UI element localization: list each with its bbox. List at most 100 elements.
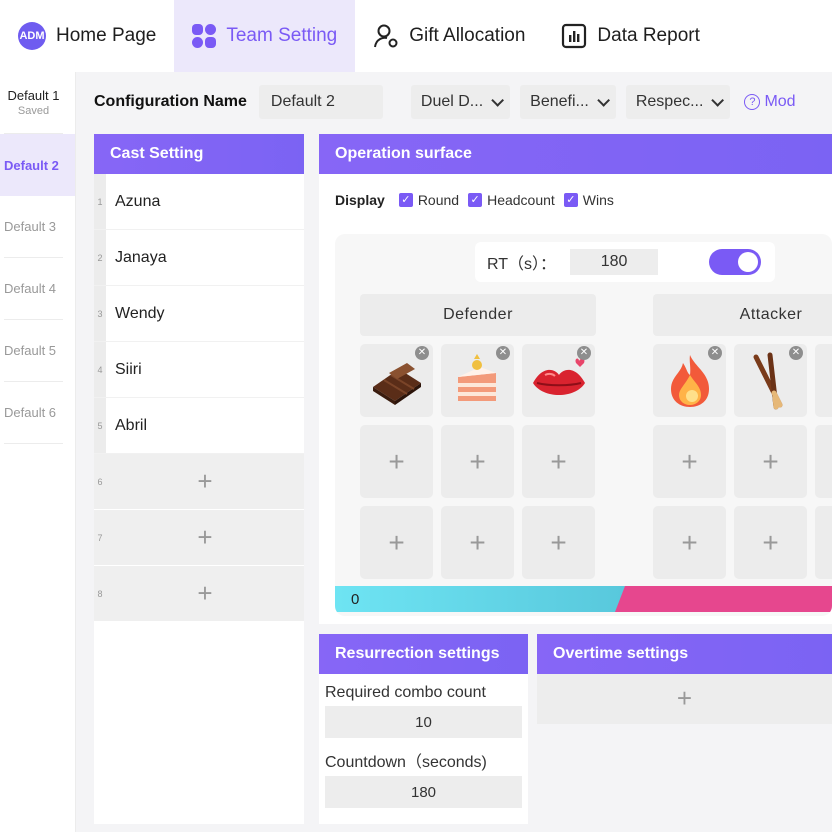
add-gift-slot[interactable]: +: [360, 506, 433, 579]
add-gift-slot[interactable]: +: [653, 425, 726, 498]
display-options: Display ✓ Round ✓ Headcount ✓ Wins: [319, 174, 832, 226]
config-item-default-6[interactable]: Default 6: [4, 382, 63, 444]
add-gift-slot[interactable]: +: [441, 506, 514, 579]
combo-count-input[interactable]: 10: [325, 706, 522, 738]
remove-icon[interactable]: ✕: [708, 346, 722, 360]
attacker-gift-slot[interactable]: ✕: [653, 344, 726, 417]
wins-checkbox[interactable]: ✓ Wins: [563, 192, 614, 208]
plus-icon: +: [676, 682, 693, 713]
cast-name: Siiri: [115, 360, 142, 378]
mode-help-link[interactable]: ? Mod: [744, 93, 796, 111]
benefit-dropdown[interactable]: Benefi...: [520, 85, 616, 119]
logo-icon: ADM: [18, 22, 46, 50]
add-gift-slot[interactable]: +: [653, 506, 726, 579]
nav-data-report[interactable]: Data Report: [543, 0, 717, 72]
add-gift-slot[interactable]: +: [522, 506, 595, 579]
checkbox-label: Headcount: [487, 192, 555, 208]
respective-dropdown[interactable]: Respec...: [625, 85, 731, 119]
add-gift-slot[interactable]: +: [522, 425, 595, 498]
chocolate-gift-icon: [372, 362, 421, 405]
plus-icon: +: [762, 526, 779, 558]
mode-link-label: Mod: [764, 93, 796, 110]
defender-label: Defender: [360, 294, 596, 336]
add-gift-slot[interactable]: +: [734, 506, 807, 579]
chevron-down-icon: [491, 93, 505, 107]
overtime-settings-panel: Overtime settings +: [537, 634, 832, 724]
config-item-default-1[interactable]: Default 1 Saved: [4, 72, 63, 134]
attacker-gift-slot[interactable]: ✕: [734, 344, 807, 417]
attacker-score-fill: [615, 586, 832, 612]
dropdown-value: Duel D...: [420, 93, 484, 110]
plus-icon: +: [388, 445, 405, 477]
config-item-default-5[interactable]: Default 5: [4, 320, 63, 382]
display-label: Display: [335, 192, 385, 208]
cast-row[interactable]: 3 Wendy: [94, 286, 304, 342]
cast-number: 1: [94, 174, 106, 229]
plus-icon: +: [681, 526, 698, 558]
config-item-default-3[interactable]: Default 3: [4, 196, 63, 258]
cast-number: 3: [94, 286, 106, 341]
remove-icon[interactable]: ✕: [496, 346, 510, 360]
nav-team-setting-label: Team Setting: [226, 25, 338, 46]
add-gift-slot[interactable]: [815, 506, 832, 579]
cake-gift-icon: [457, 353, 496, 401]
cast-row[interactable]: 2 Janaya: [94, 230, 304, 286]
defender-gift-slot[interactable]: ✕: [522, 344, 595, 417]
configuration-row: Configuration Name Default 2 Duel D... B…: [76, 72, 832, 132]
add-cast-slot[interactable]: 8 +: [94, 566, 304, 622]
cast-number: 6: [94, 454, 106, 509]
round-time-bar: RT（s）： 180: [475, 242, 775, 282]
add-gift-slot[interactable]: +: [441, 425, 514, 498]
remove-icon[interactable]: ✕: [577, 346, 591, 360]
config-item-default-2[interactable]: Default 2: [0, 134, 75, 196]
configuration-name-input[interactable]: Default 2: [258, 85, 383, 119]
score-progress-bar: 0: [335, 586, 832, 612]
remove-icon[interactable]: ✕: [789, 346, 803, 360]
rt-value-input[interactable]: 180: [570, 249, 659, 275]
nav-team-setting[interactable]: Team Setting: [174, 0, 356, 72]
round-time-toggle[interactable]: [709, 249, 761, 275]
user-gift-icon: [373, 23, 399, 49]
add-gift-slot[interactable]: +: [734, 425, 807, 498]
overtime-settings-title: Overtime settings: [537, 634, 832, 674]
countdown-input[interactable]: 180: [325, 776, 522, 808]
config-item-label: Default 1: [7, 88, 60, 103]
resurrection-settings-panel: Resurrection settings Required combo cou…: [319, 634, 528, 824]
countdown-label: Countdown（seconds): [325, 754, 487, 771]
add-cast-slot[interactable]: 7 +: [94, 510, 304, 566]
nav-gift-allocation[interactable]: Gift Allocation: [355, 0, 543, 72]
plus-icon: +: [388, 526, 405, 558]
config-item-label: Default 2: [4, 157, 59, 173]
plus-icon: +: [550, 445, 567, 477]
duel-mode-dropdown[interactable]: Duel D...: [410, 85, 511, 119]
defender-gift-slot[interactable]: ✕: [441, 344, 514, 417]
plus-icon: +: [681, 445, 698, 477]
add-gift-slot[interactable]: [815, 425, 832, 498]
nav-home-page[interactable]: ADM Home Page: [0, 0, 174, 72]
cast-row[interactable]: 5 Abril: [94, 398, 304, 454]
add-cast-slot[interactable]: 6 +: [94, 454, 304, 510]
config-item-default-4[interactable]: Default 4: [4, 258, 63, 320]
config-item-status: Saved: [17, 105, 50, 117]
chevron-down-icon: [711, 93, 725, 107]
attacker-gift-slot[interactable]: [815, 344, 832, 417]
cast-number: 2: [94, 230, 106, 285]
headcount-checkbox[interactable]: ✓ Headcount: [468, 192, 555, 208]
cast-row[interactable]: 1 Azuna: [94, 174, 304, 230]
cast-setting-panel: Cast Setting 1 Azuna 2 Janaya 3 Wendy 4 …: [94, 134, 304, 824]
plus-icon: +: [197, 466, 213, 496]
attacker-label: Attacker: [653, 294, 832, 336]
defender-gift-slot[interactable]: ✕: [360, 344, 433, 417]
cast-number: 8: [94, 566, 106, 621]
remove-icon[interactable]: ✕: [415, 346, 429, 360]
add-overtime-button[interactable]: +: [537, 674, 832, 722]
add-gift-slot[interactable]: +: [360, 425, 433, 498]
plus-icon: +: [469, 445, 486, 477]
cast-row[interactable]: 4 Siiri: [94, 342, 304, 398]
round-checkbox[interactable]: ✓ Round: [398, 192, 460, 208]
cast-number: 4: [94, 342, 106, 397]
checkbox-label: Wins: [582, 192, 614, 208]
cast-name: Azuna: [115, 192, 161, 210]
checkbox-label: Round: [417, 192, 460, 208]
lips-gift-icon: [532, 358, 585, 395]
